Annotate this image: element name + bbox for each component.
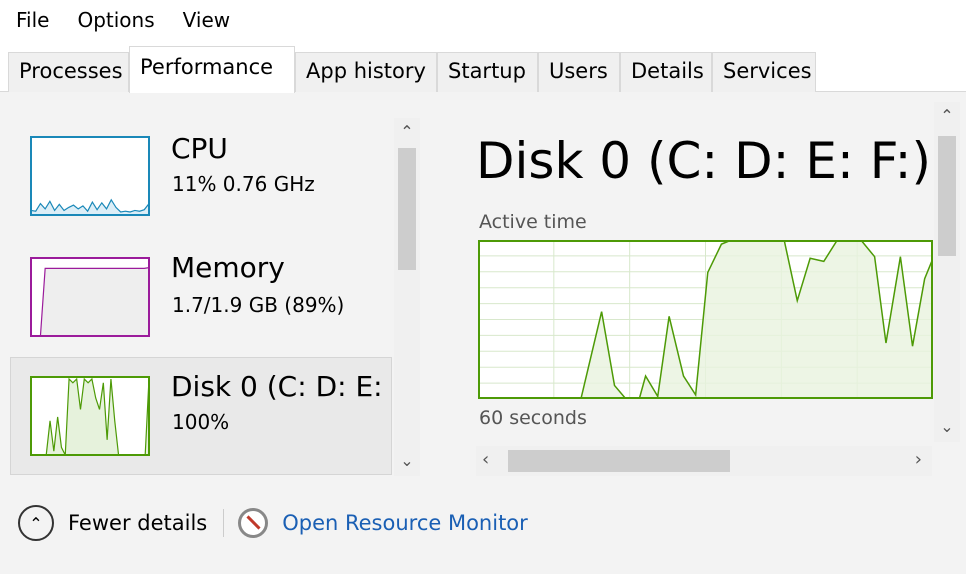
- scroll-down-icon[interactable]: ⌄: [934, 417, 960, 436]
- tab-app-history[interactable]: App history: [295, 52, 437, 92]
- time-span-label: 60 seconds: [479, 407, 587, 429]
- menu-file[interactable]: File: [16, 8, 49, 32]
- tab-users[interactable]: Users: [538, 52, 620, 92]
- chevron-up-icon[interactable]: ⌃: [18, 505, 54, 541]
- tab-performance[interactable]: Performance: [129, 46, 295, 93]
- tab-details[interactable]: Details: [620, 52, 712, 92]
- detail-scrollbar[interactable]: ⌃ ⌄: [934, 102, 960, 442]
- resource-item-disk0[interactable]: Disk 0 (C: D: E: F 100%: [10, 357, 408, 475]
- menu-options[interactable]: Options: [77, 8, 154, 32]
- memory-thumbnail-graph: [30, 257, 150, 337]
- scrollbar-thumb[interactable]: [398, 148, 416, 270]
- graph-label: Active time: [479, 211, 587, 233]
- active-time-graph: [478, 240, 933, 399]
- scroll-up-icon[interactable]: ⌃: [394, 122, 420, 141]
- resource-monitor-icon: [238, 508, 269, 538]
- resource-item-memory[interactable]: Memory 1.7/1.9 GB (89%): [10, 235, 392, 353]
- divider: [223, 509, 225, 537]
- scroll-left-icon[interactable]: ‹: [482, 449, 489, 470]
- memory-subtitle: 1.7/1.9 GB (89%): [172, 293, 345, 317]
- scrollbar-thumb[interactable]: [938, 136, 956, 256]
- resource-item-cpu[interactable]: CPU 11% 0.76 GHz: [10, 114, 392, 232]
- performance-panel: CPU 11% 0.76 GHz Memory 1.7/1.9 GB (89%)…: [0, 92, 966, 574]
- scroll-down-icon[interactable]: ⌄: [394, 451, 420, 470]
- disk-subtitle: 100%: [172, 410, 230, 434]
- thumbnail-fill: [31, 267, 149, 336]
- disk-title: Disk 0 (C: D: E: F: [171, 370, 408, 403]
- open-resource-monitor-link[interactable]: Open Resource Monitor: [282, 511, 528, 535]
- menu-view[interactable]: View: [183, 8, 230, 32]
- fewer-details-button[interactable]: Fewer details: [68, 511, 207, 535]
- cpu-subtitle: 11% 0.76 GHz: [172, 172, 315, 196]
- scroll-up-icon[interactable]: ⌃: [934, 106, 960, 125]
- detail-horizontal-scrollbar[interactable]: ‹ ›: [476, 446, 932, 476]
- resource-list-scrollbar[interactable]: ⌃ ⌄: [394, 118, 420, 476]
- cpu-title: CPU: [171, 132, 228, 165]
- cpu-thumbnail-graph: [30, 136, 150, 216]
- tab-startup[interactable]: Startup: [437, 52, 538, 92]
- footer: ⌃ Fewer details Open Resource Monitor: [18, 505, 528, 541]
- thumbnail-fill: [31, 379, 149, 455]
- memory-title: Memory: [171, 251, 285, 284]
- scrollbar-thumb[interactable]: [508, 450, 730, 472]
- resource-list: CPU 11% 0.76 GHz Memory 1.7/1.9 GB (89%)…: [10, 114, 408, 568]
- detail-title: Disk 0 (C: D: E: F:): [476, 132, 931, 190]
- tab-processes[interactable]: Processes: [8, 52, 129, 92]
- disk-thumbnail-graph: [30, 376, 150, 456]
- tab-services[interactable]: Services: [712, 52, 816, 92]
- scroll-right-icon[interactable]: ›: [915, 449, 922, 470]
- tab-bar: Processes Performance App history Startu…: [0, 46, 966, 93]
- menu-bar: File Options View: [16, 8, 230, 32]
